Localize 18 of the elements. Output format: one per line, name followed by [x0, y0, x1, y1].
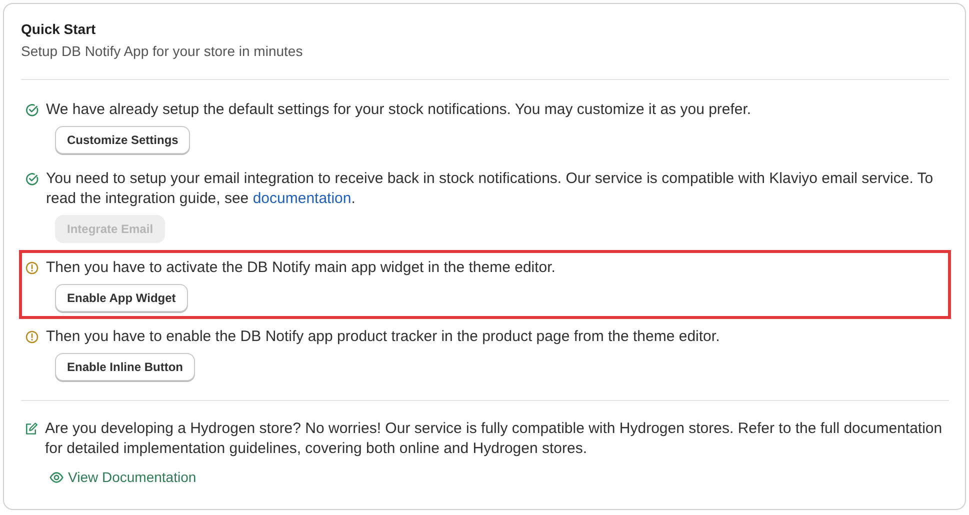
step-text: Then you have to activate the DB Notify main app widget in the theme editor.	[46, 258, 556, 278]
step-text: You need to setup your email integration to receive back in stock notifications. Our service is compatible with Klaviyo email service. To read the integration guide, see documentation.	[46, 169, 934, 209]
step-button[interactable]: Enable Inline Button	[55, 353, 195, 381]
step-text: We have already setup the default settings for your stock notifications. You may customize it as you prefer.	[46, 100, 752, 120]
eye-icon	[49, 470, 64, 484]
hydrogen-text: Are you developing a Hydrogen store? No worries! Our service is fully compatible with Hydrogen stores. Refer to the full documentation for detailed implementation guidelines, covering both online and Hydrogen stores.	[45, 419, 944, 459]
check-circle-icon	[25, 103, 39, 117]
alert-circle-icon	[25, 330, 39, 344]
card-title: Quick Start	[21, 21, 97, 37]
check-circle-icon	[25, 172, 39, 186]
step-text: Then you have to enable the DB Notify app product tracker in the product page from the theme editor.	[46, 327, 720, 347]
step-button[interactable]: Enable App Widget	[55, 284, 188, 312]
edit-icon	[24, 422, 38, 436]
alert-circle-icon	[25, 261, 39, 275]
documentation-link[interactable]: documentation	[252, 190, 352, 207]
view-documentation-link[interactable]: View Documentation	[49, 469, 196, 485]
card-subtitle: Setup DB Notify App for your store in minutes	[21, 43, 304, 59]
step-button[interactable]: Customize Settings	[55, 126, 190, 154]
